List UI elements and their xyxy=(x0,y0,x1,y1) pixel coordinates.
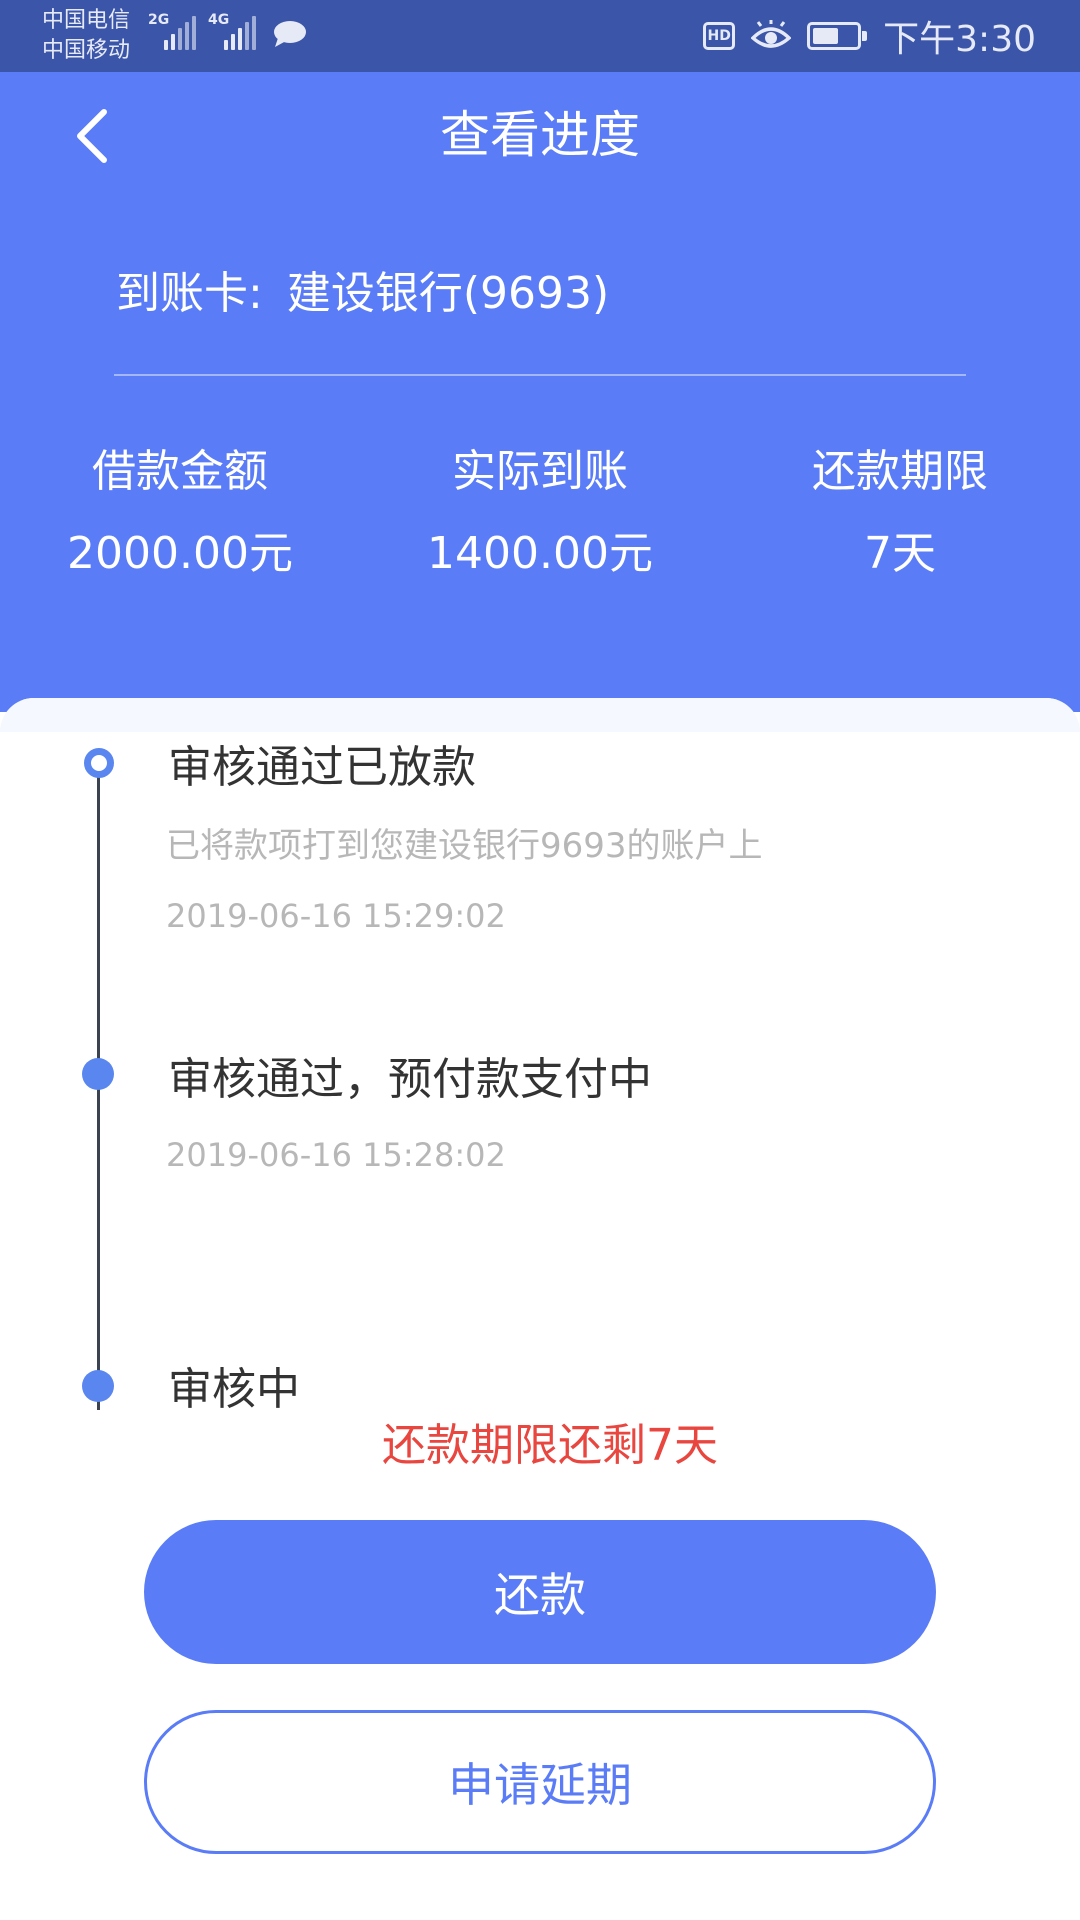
timeline-time: 2019-06-16 15:28:02 xyxy=(166,1136,506,1174)
timeline-title: 审核通过，预付款支付中 xyxy=(168,1054,652,1105)
stat-label: 实际到账 xyxy=(452,446,628,497)
timeline-dot xyxy=(82,1058,114,1090)
timeline-title: 审核中 xyxy=(168,1364,300,1415)
timeline-title: 审核通过已放款 xyxy=(168,742,476,793)
eye-icon xyxy=(751,20,792,48)
page-title: 查看进度 xyxy=(440,106,640,164)
signal-2g-icon: 2G xyxy=(148,12,196,50)
progress-header: 查看进度 到账卡: 建设银行(9693) 借款金额 2000.00元 实际到账 1… xyxy=(0,72,1080,712)
card-value: 建设银行(9693) xyxy=(286,268,610,319)
stat-loan-amount: 借款金额 2000.00元 xyxy=(0,442,360,584)
stat-actual-received: 实际到账 1400.00元 xyxy=(360,442,720,584)
stat-value: 7天 xyxy=(864,528,936,579)
status-bar: 中国电信 中国移动 2G 4G HD 下午3:30 xyxy=(0,0,1080,72)
stat-value: 1400.00元 xyxy=(427,528,653,579)
status-time: 下午3:30 xyxy=(883,19,1036,60)
signal-4g-icon: 4G xyxy=(208,12,256,50)
signal-2g-label: 2G xyxy=(148,12,170,28)
timeline-time: 2019-06-16 15:29:02 xyxy=(166,897,506,935)
timeline-desc: 已将款项打到您建设银行9693的账户上 xyxy=(166,826,763,866)
stat-label: 借款金额 xyxy=(92,446,268,497)
timeline-dot-current xyxy=(84,748,114,778)
chat-icon xyxy=(274,21,306,47)
signal-4g-label: 4G xyxy=(208,12,230,28)
loan-stats: 借款金额 2000.00元 实际到账 1400.00元 还款期限 7天 xyxy=(0,442,1080,584)
timeline-dot xyxy=(82,1370,114,1402)
remaining-days-notice: 还款期限还剩7天 xyxy=(382,1420,718,1471)
carrier-names: 中国电信 中国移动 xyxy=(42,6,130,66)
battery-icon xyxy=(807,22,868,50)
stat-value: 2000.00元 xyxy=(67,528,293,579)
receiving-card-row: 到账卡: 建设银行(9693) xyxy=(116,264,609,324)
status-right: HD 下午3:30 xyxy=(703,12,1036,60)
stat-repay-term: 还款期限 7天 xyxy=(720,442,1080,584)
hd-icon: HD xyxy=(703,22,736,50)
battery-fill xyxy=(813,28,839,44)
carrier-1: 中国电信 xyxy=(42,8,131,33)
header-divider xyxy=(114,374,966,376)
apply-extension-button[interactable]: 申请延期 xyxy=(144,1710,936,1854)
card-label: 到账卡: xyxy=(116,268,263,319)
carrier-2: 中国移动 xyxy=(42,38,131,63)
stat-label: 还款期限 xyxy=(812,446,988,497)
repay-button[interactable]: 还款 xyxy=(144,1520,936,1664)
